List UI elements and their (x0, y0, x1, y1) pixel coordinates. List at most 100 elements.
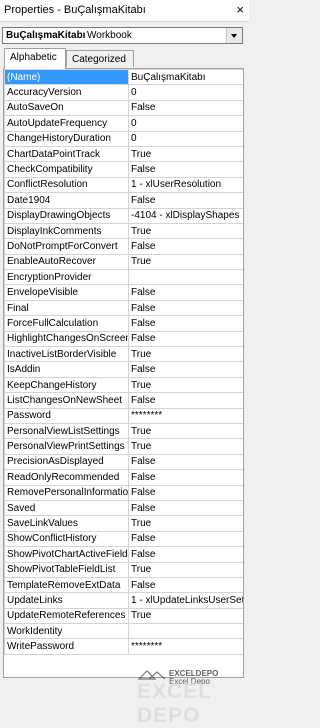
property-name[interactable]: ListChangesOnNewSheet (4, 392, 129, 409)
property-row[interactable]: AutoUpdateFrequency 0 (4, 115, 243, 132)
property-name[interactable]: AutoSaveOn (4, 99, 129, 117)
property-row[interactable]: RemovePersonalInformation False (4, 484, 243, 501)
chevron-down-icon[interactable] (226, 28, 242, 43)
property-name[interactable]: PrecisionAsDisplayed (4, 453, 129, 471)
property-value[interactable]: True (128, 607, 243, 625)
property-row[interactable]: ForceFullCalculation False (4, 315, 243, 332)
close-icon[interactable]: × (236, 3, 244, 17)
property-row[interactable]: Final False (4, 299, 243, 317)
property-value[interactable]: False (128, 99, 243, 117)
property-row[interactable]: TemplateRemoveExtData False (4, 576, 243, 594)
property-row[interactable]: DoNotPromptForConvert False (4, 238, 243, 255)
property-value[interactable]: False (128, 576, 243, 594)
property-value[interactable]: True (128, 438, 243, 455)
property-value[interactable]: False (128, 546, 243, 563)
property-value[interactable]: True (128, 222, 243, 240)
property-row[interactable]: PersonalViewPrintSettings True (4, 438, 243, 455)
property-value[interactable]: ******** (128, 407, 243, 424)
property-row[interactable]: UpdateLinks1 - xlUpdateLinksUserSetting (4, 592, 243, 609)
property-value[interactable]: False (128, 392, 243, 409)
property-name[interactable]: Password (4, 407, 129, 424)
property-name[interactable]: ForceFullCalculation (4, 315, 129, 332)
property-row[interactable]: Password ******** (4, 407, 243, 424)
property-name[interactable]: ConflictResolution (4, 176, 129, 194)
property-value[interactable]: 0 (128, 84, 243, 101)
property-name[interactable]: Final (4, 299, 129, 317)
property-value[interactable]: True (128, 515, 243, 532)
property-row[interactable]: CheckCompatibility False (4, 161, 243, 178)
tab-categorized[interactable]: Categorized (66, 50, 134, 67)
property-value[interactable]: BuÇalışmaKitabı (128, 69, 243, 86)
property-name[interactable]: DoNotPromptForConvert (4, 238, 129, 255)
property-row[interactable]: SaveLinkValues True (4, 515, 243, 532)
property-value[interactable]: False (128, 469, 243, 486)
property-value[interactable]: -4104 - xlDisplayShapes (128, 207, 243, 224)
property-value[interactable]: 0 (128, 130, 243, 147)
property-name[interactable]: KeepChangeHistory (4, 376, 129, 394)
property-name[interactable]: ShowConflictHistory (4, 530, 129, 548)
property-value[interactable]: False (128, 530, 243, 548)
property-name[interactable]: RemovePersonalInformation (4, 484, 129, 501)
property-row[interactable]: IsAddin False (4, 361, 243, 378)
property-name[interactable]: UpdateRemoteReferences (4, 607, 129, 625)
property-value[interactable]: 1 - xlUpdateLinksUserSetting (128, 592, 243, 609)
property-name[interactable]: WorkIdentity (4, 623, 129, 640)
property-row[interactable]: ChangeHistoryDuration 0 (4, 130, 243, 147)
property-row[interactable]: InactiveListBorderVisible True (4, 346, 243, 363)
property-name[interactable]: UpdateLinks (4, 592, 129, 609)
property-name[interactable]: PersonalViewListSettings (4, 422, 129, 440)
property-row[interactable]: DisplayInkComments True (4, 222, 243, 240)
property-value[interactable]: False (128, 299, 243, 317)
property-name[interactable]: CheckCompatibility (4, 161, 129, 178)
properties-grid[interactable]: (Name) BuÇalışmaKitabı AccuracyVersion 0 Aut… (3, 68, 244, 678)
property-name[interactable]: ShowPivotTableFieldList (4, 561, 129, 578)
property-value[interactable]: False (128, 192, 243, 209)
property-row[interactable]: (Name) BuÇalışmaKitabı (4, 69, 243, 86)
property-row[interactable]: ShowPivotTableFieldList True (4, 561, 243, 578)
property-name[interactable]: Saved (4, 499, 129, 517)
property-value[interactable]: False (128, 284, 243, 301)
property-value[interactable]: False (128, 453, 243, 471)
property-name[interactable]: PersonalViewPrintSettings (4, 438, 129, 455)
property-value[interactable]: 0 (128, 115, 243, 132)
property-value[interactable]: False (128, 161, 243, 178)
property-row[interactable]: EncryptionProvider (4, 269, 243, 286)
property-value[interactable]: True (128, 376, 243, 394)
property-name[interactable]: TemplateRemoveExtData (4, 576, 129, 594)
property-row[interactable]: WorkIdentity (4, 623, 243, 640)
property-row[interactable]: PrecisionAsDisplayed False (4, 453, 243, 471)
property-row[interactable]: AccuracyVersion 0 (4, 84, 243, 101)
property-name[interactable]: Date1904 (4, 192, 129, 209)
property-value[interactable]: True (128, 145, 243, 163)
property-name[interactable]: WritePassword (4, 638, 129, 655)
property-name[interactable]: ChangeHistoryDuration (4, 130, 129, 147)
property-name[interactable]: ShowPivotChartActiveFields (4, 546, 129, 563)
property-name[interactable]: EnvelopeVisible (4, 284, 129, 301)
property-row[interactable]: ShowPivotChartActiveFields False (4, 546, 243, 563)
property-value[interactable]: True (128, 561, 243, 578)
property-name[interactable]: HighlightChangesOnScreen (4, 330, 129, 348)
property-value[interactable]: True (128, 422, 243, 440)
property-row[interactable]: Date1904 False (4, 192, 243, 209)
property-value[interactable]: ******** (128, 638, 243, 655)
property-name[interactable]: EncryptionProvider (4, 269, 129, 286)
property-row[interactable]: Saved False (4, 499, 243, 517)
property-value[interactable]: False (128, 484, 243, 501)
property-row[interactable]: PersonalViewListSettings True (4, 422, 243, 440)
property-name[interactable]: SaveLinkValues (4, 515, 129, 532)
property-row[interactable]: ChartDataPointTrack True (4, 145, 243, 163)
property-row[interactable]: HighlightChangesOnScreen False (4, 330, 243, 348)
property-name[interactable]: DisplayDrawingObjects (4, 207, 129, 224)
property-value[interactable]: True (128, 253, 243, 271)
property-row[interactable]: ListChangesOnNewSheet False (4, 392, 243, 409)
property-row[interactable]: ConflictResolution 1 - xlUserResolution (4, 176, 243, 194)
property-row[interactable]: UpdateRemoteReferences True (4, 607, 243, 625)
property-name[interactable]: InactiveListBorderVisible (4, 346, 129, 363)
property-row[interactable]: ShowConflictHistory False (4, 530, 243, 548)
property-name[interactable]: AutoUpdateFrequency (4, 115, 129, 132)
property-row[interactable]: KeepChangeHistory True (4, 376, 243, 394)
property-row[interactable]: EnvelopeVisible False (4, 284, 243, 301)
property-name[interactable]: ReadOnlyRecommended (4, 469, 129, 486)
property-value[interactable]: False (128, 330, 243, 348)
tab-alphabetic[interactable]: Alphabetic (4, 48, 66, 69)
